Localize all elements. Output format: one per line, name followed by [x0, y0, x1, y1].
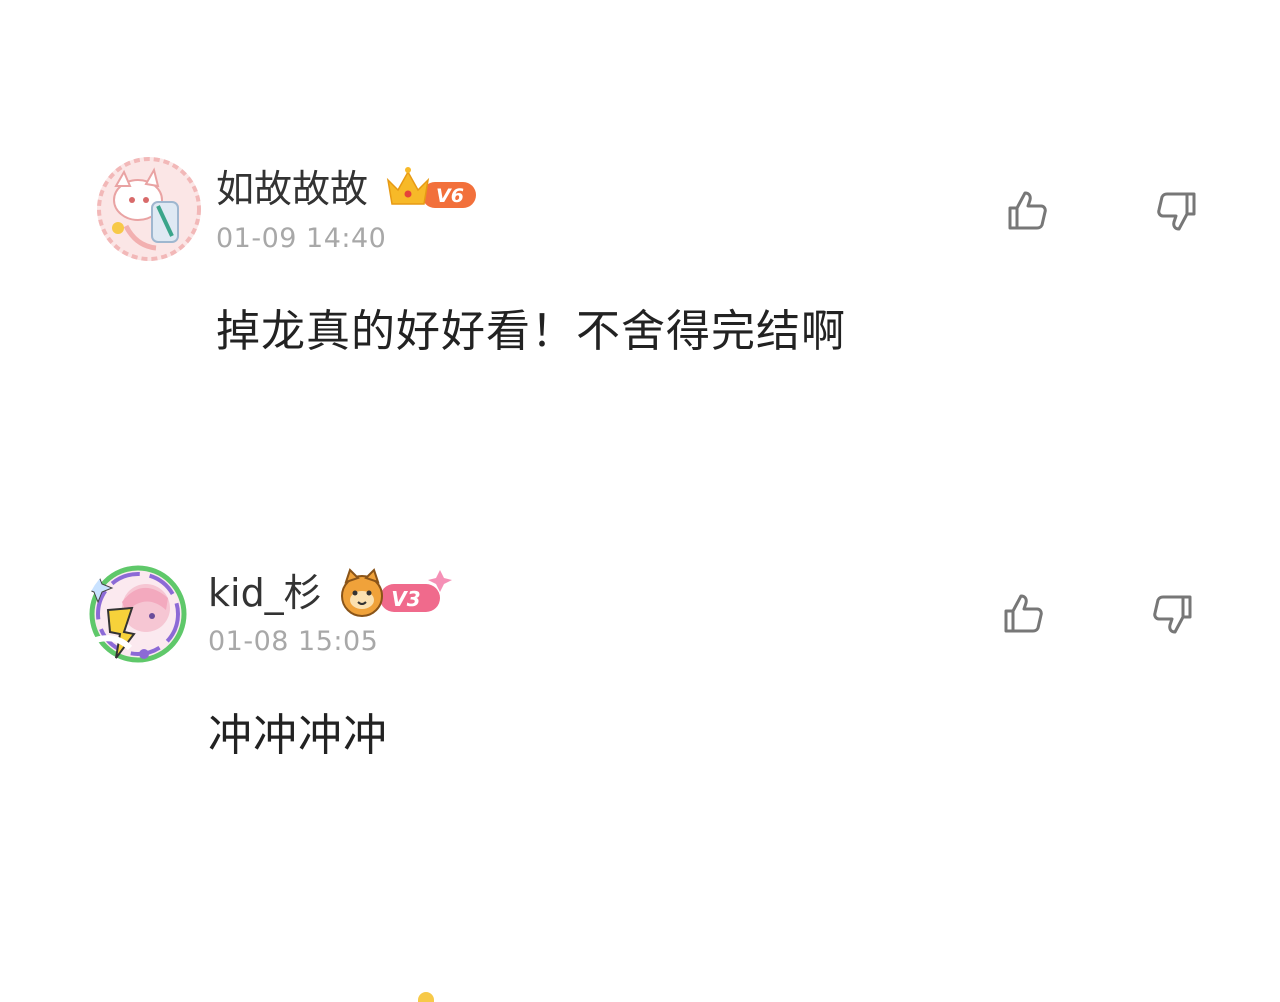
like-button[interactable]	[1004, 188, 1050, 234]
thumbs-up-icon	[1008, 191, 1047, 230]
dislike-button[interactable]	[1150, 591, 1196, 637]
username[interactable]: kid_杉	[208, 574, 322, 612]
level-badge-text: V6	[436, 185, 464, 207]
timestamp: 01-08 15:05	[208, 626, 379, 657]
dislike-button[interactable]	[1154, 188, 1200, 234]
username[interactable]: 如故故故	[216, 170, 368, 208]
timestamp: 01-09 14:40	[216, 223, 387, 254]
thumbs-down-icon	[1153, 595, 1192, 634]
comment-text: 掉龙真的好好看！不舍得完结啊	[216, 306, 846, 357]
avatar[interactable]	[86, 562, 190, 666]
crown-icon	[386, 170, 430, 205]
level-badge: V3	[340, 568, 452, 620]
avatar-image	[86, 565, 187, 663]
avatar-image	[97, 157, 201, 261]
avatar[interactable]	[96, 156, 202, 262]
comment-text: 冲冲冲冲	[208, 710, 388, 761]
thumbs-down-icon	[1157, 192, 1196, 231]
next-item-badge-peek	[418, 992, 434, 1002]
thumbs-up-icon	[1004, 594, 1043, 633]
level-badge-text: V3	[391, 587, 420, 611]
like-button[interactable]	[1000, 591, 1046, 637]
level-badge: V6	[386, 164, 478, 212]
